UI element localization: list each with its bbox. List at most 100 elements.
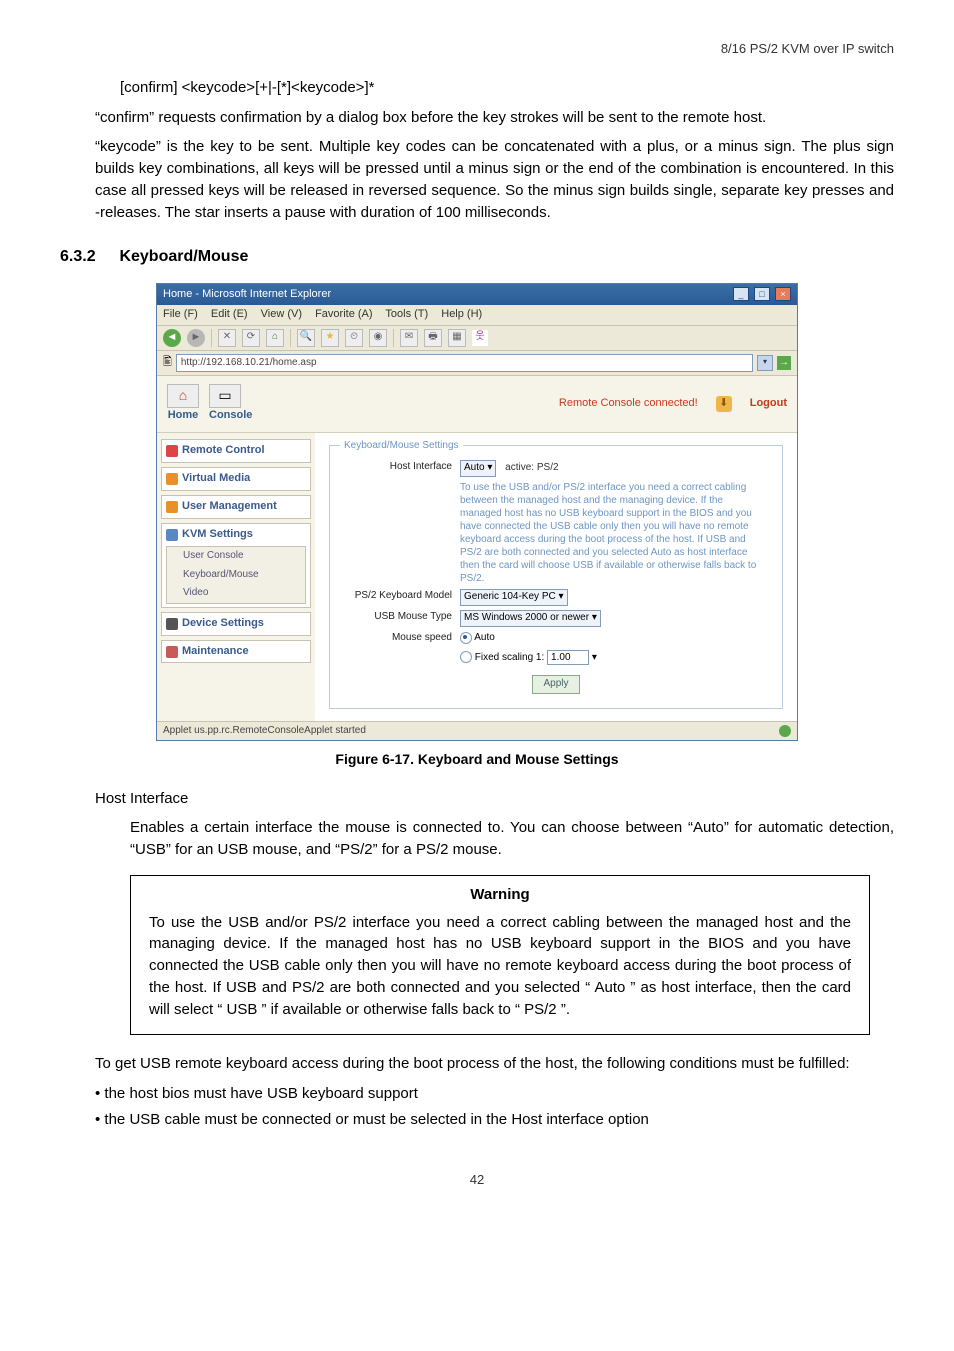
edit-icon[interactable]: ▦ xyxy=(448,329,466,347)
warning-box: Warning To use the USB and/or PS/2 inter… xyxy=(130,875,870,1036)
connection-status: Remote Console connected! xyxy=(559,396,698,412)
mouse-speed-fixed-radio[interactable]: Fixed scaling 1: 1.00 ▾ xyxy=(460,650,597,666)
kvm-settings-icon xyxy=(166,529,178,541)
warning-title: Warning xyxy=(149,884,851,906)
sidebar-group-kvm: KVM Settings User Console Keyboard/Mouse… xyxy=(161,523,311,607)
menu-fav[interactable]: Favorite (A) xyxy=(315,308,372,320)
mouse-speed-label: Mouse speed xyxy=(342,631,452,646)
menu-view[interactable]: View (V) xyxy=(261,308,302,320)
user-mgmt-icon xyxy=(166,501,178,513)
section-number: 6.3.2 xyxy=(60,245,115,268)
apply-button[interactable]: Apply xyxy=(532,675,579,694)
browser-toolbar: ◄ ► ✕ ⟳ ⌂ 🔍 ★ ⏲ ◉ ✉ 🖶 ▦ 웃 xyxy=(157,326,797,351)
usb-mouse-label: USB Mouse Type xyxy=(342,610,452,625)
print-icon[interactable]: 🖶 xyxy=(424,329,442,347)
toolbar-sep-2 xyxy=(290,329,291,347)
home-icon[interactable]: ⌂ xyxy=(266,329,284,347)
page-number: 42 xyxy=(60,1171,894,1190)
stop-icon[interactable]: ✕ xyxy=(218,329,236,347)
bullet-1: • the host bios must have USB keyboard s… xyxy=(95,1083,894,1105)
statusbar-text: Applet us.pp.rc.RemoteConsoleApplet star… xyxy=(163,724,366,739)
virtual-media-icon xyxy=(166,473,178,485)
main-panel: Keyboard/Mouse Settings Host Interface A… xyxy=(315,433,797,721)
browser-statusbar: Applet us.pp.rc.RemoteConsoleApplet star… xyxy=(157,721,797,741)
code-line: [confirm] <keycode>[+|-[*]<keycode>]* xyxy=(120,77,894,99)
app-body: Remote Control Virtual Media User Manage… xyxy=(157,433,797,721)
window-controls: _ □ × xyxy=(731,287,791,303)
fixed-scaling-input[interactable]: 1.00 xyxy=(547,650,589,665)
ps2-model-select[interactable]: Generic 104-Key PC ▾ xyxy=(460,589,568,606)
doc-header: 8/16 PS/2 KVM over IP switch xyxy=(60,40,894,59)
window-title: Home - Microsoft Internet Explorer xyxy=(163,287,331,303)
console-thumb-icon[interactable]: ▭ xyxy=(209,384,241,408)
browser-window: Home - Microsoft Internet Explorer _ □ ×… xyxy=(156,283,798,742)
ps2-model-label: PS/2 Keyboard Model xyxy=(342,589,452,604)
host-interface-info: To use the USB and/or PS/2 interface you… xyxy=(460,481,760,585)
logout-link[interactable]: Logout xyxy=(750,396,787,412)
address-dropdown[interactable]: ▾ xyxy=(757,355,773,371)
figure-caption: Figure 6-17. Keyboard and Mouse Settings xyxy=(60,749,894,769)
sidebar-item-kvm-settings[interactable]: KVM Settings xyxy=(166,527,306,543)
toolbar-sep-3 xyxy=(393,329,394,347)
media-icon[interactable]: ◉ xyxy=(369,329,387,347)
host-interface-label: Host Interface xyxy=(342,460,452,475)
messenger-icon[interactable]: 웃 xyxy=(472,330,488,346)
para-host-interface: Enables a certain interface the mouse is… xyxy=(130,817,894,861)
browser-menubar: File (F) Edit (E) View (V) Favorite (A) … xyxy=(157,305,797,326)
figure-6-17: Home - Microsoft Internet Explorer _ □ ×… xyxy=(60,283,894,742)
device-settings-icon xyxy=(166,618,178,630)
toolbar-sep xyxy=(211,329,212,347)
address-field[interactable]: http://192.168.10.21/home.asp xyxy=(176,354,753,372)
fieldset-legend: Keyboard/Mouse Settings xyxy=(340,439,463,454)
address-bar: 🖺 http://192.168.10.21/home.asp ▾ → xyxy=(157,351,797,376)
host-interface-heading: Host Interface xyxy=(95,788,894,810)
sidebar-item-user-console[interactable]: User Console xyxy=(167,547,305,566)
search-icon[interactable]: 🔍 xyxy=(297,329,315,347)
page-icon: 🖺 xyxy=(163,355,172,371)
para-confirm: “confirm” requests confirmation by a dia… xyxy=(95,107,894,129)
sidebar: Remote Control Virtual Media User Manage… xyxy=(157,433,315,721)
history-icon[interactable]: ⏲ xyxy=(345,329,363,347)
para-keycode: “keycode” is the key to be sent. Multipl… xyxy=(95,136,894,223)
sidebar-item-user-mgmt[interactable]: User Management xyxy=(161,495,311,519)
remote-control-icon xyxy=(166,445,178,457)
favorites-icon[interactable]: ★ xyxy=(321,329,339,347)
menu-file[interactable]: File (F) xyxy=(163,308,198,320)
back-icon[interactable]: ◄ xyxy=(163,329,181,347)
host-interface-select[interactable]: Auto ▾ xyxy=(460,460,496,477)
download-icon[interactable]: ⬇ xyxy=(716,396,732,412)
host-interface-active: active: PS/2 xyxy=(505,462,558,473)
sidebar-item-device-settings[interactable]: Device Settings xyxy=(161,612,311,636)
sidebar-item-keyboard-mouse[interactable]: Keyboard/Mouse xyxy=(167,566,305,585)
mouse-speed-auto-radio[interactable]: Auto xyxy=(460,631,495,646)
fixed-scaling-label: Fixed scaling 1: xyxy=(475,652,544,663)
home-label[interactable]: Home xyxy=(167,408,199,424)
sidebar-item-maintenance[interactable]: Maintenance xyxy=(161,640,311,664)
sidebar-item-remote-control[interactable]: Remote Control xyxy=(161,439,311,463)
menu-help[interactable]: Help (H) xyxy=(441,308,482,320)
app-header: ⌂ Home ▭ Console Remote Console connecte… xyxy=(157,376,797,433)
para-conditions: To get USB remote keyboard access during… xyxy=(95,1053,894,1075)
bullet-2: • the USB cable must be connected or mus… xyxy=(95,1109,894,1131)
km-settings-fieldset: Keyboard/Mouse Settings Host Interface A… xyxy=(329,445,783,709)
warning-body: To use the USB and/or PS/2 interface you… xyxy=(149,912,851,1021)
trust-icon xyxy=(779,725,791,737)
section-heading: 6.3.2 Keyboard/Mouse xyxy=(60,245,894,268)
sidebar-item-video[interactable]: Video xyxy=(167,584,305,603)
close-button[interactable]: × xyxy=(775,287,791,301)
sidebar-item-virtual-media[interactable]: Virtual Media xyxy=(161,467,311,491)
mail-icon[interactable]: ✉ xyxy=(400,329,418,347)
usb-mouse-select[interactable]: MS Windows 2000 or newer ▾ xyxy=(460,610,601,627)
section-title: Keyboard/Mouse xyxy=(119,248,248,265)
go-button[interactable]: → xyxy=(777,356,791,370)
forward-icon[interactable]: ► xyxy=(187,329,205,347)
menu-edit[interactable]: Edit (E) xyxy=(211,308,248,320)
console-label[interactable]: Console xyxy=(209,408,252,424)
maintenance-icon xyxy=(166,646,178,658)
minimize-button[interactable]: _ xyxy=(733,287,749,301)
browser-titlebar: Home - Microsoft Internet Explorer _ □ × xyxy=(157,284,797,306)
refresh-icon[interactable]: ⟳ xyxy=(242,329,260,347)
menu-tools[interactable]: Tools (T) xyxy=(385,308,428,320)
home-thumb-icon[interactable]: ⌂ xyxy=(167,384,199,408)
maximize-button[interactable]: □ xyxy=(754,287,770,301)
